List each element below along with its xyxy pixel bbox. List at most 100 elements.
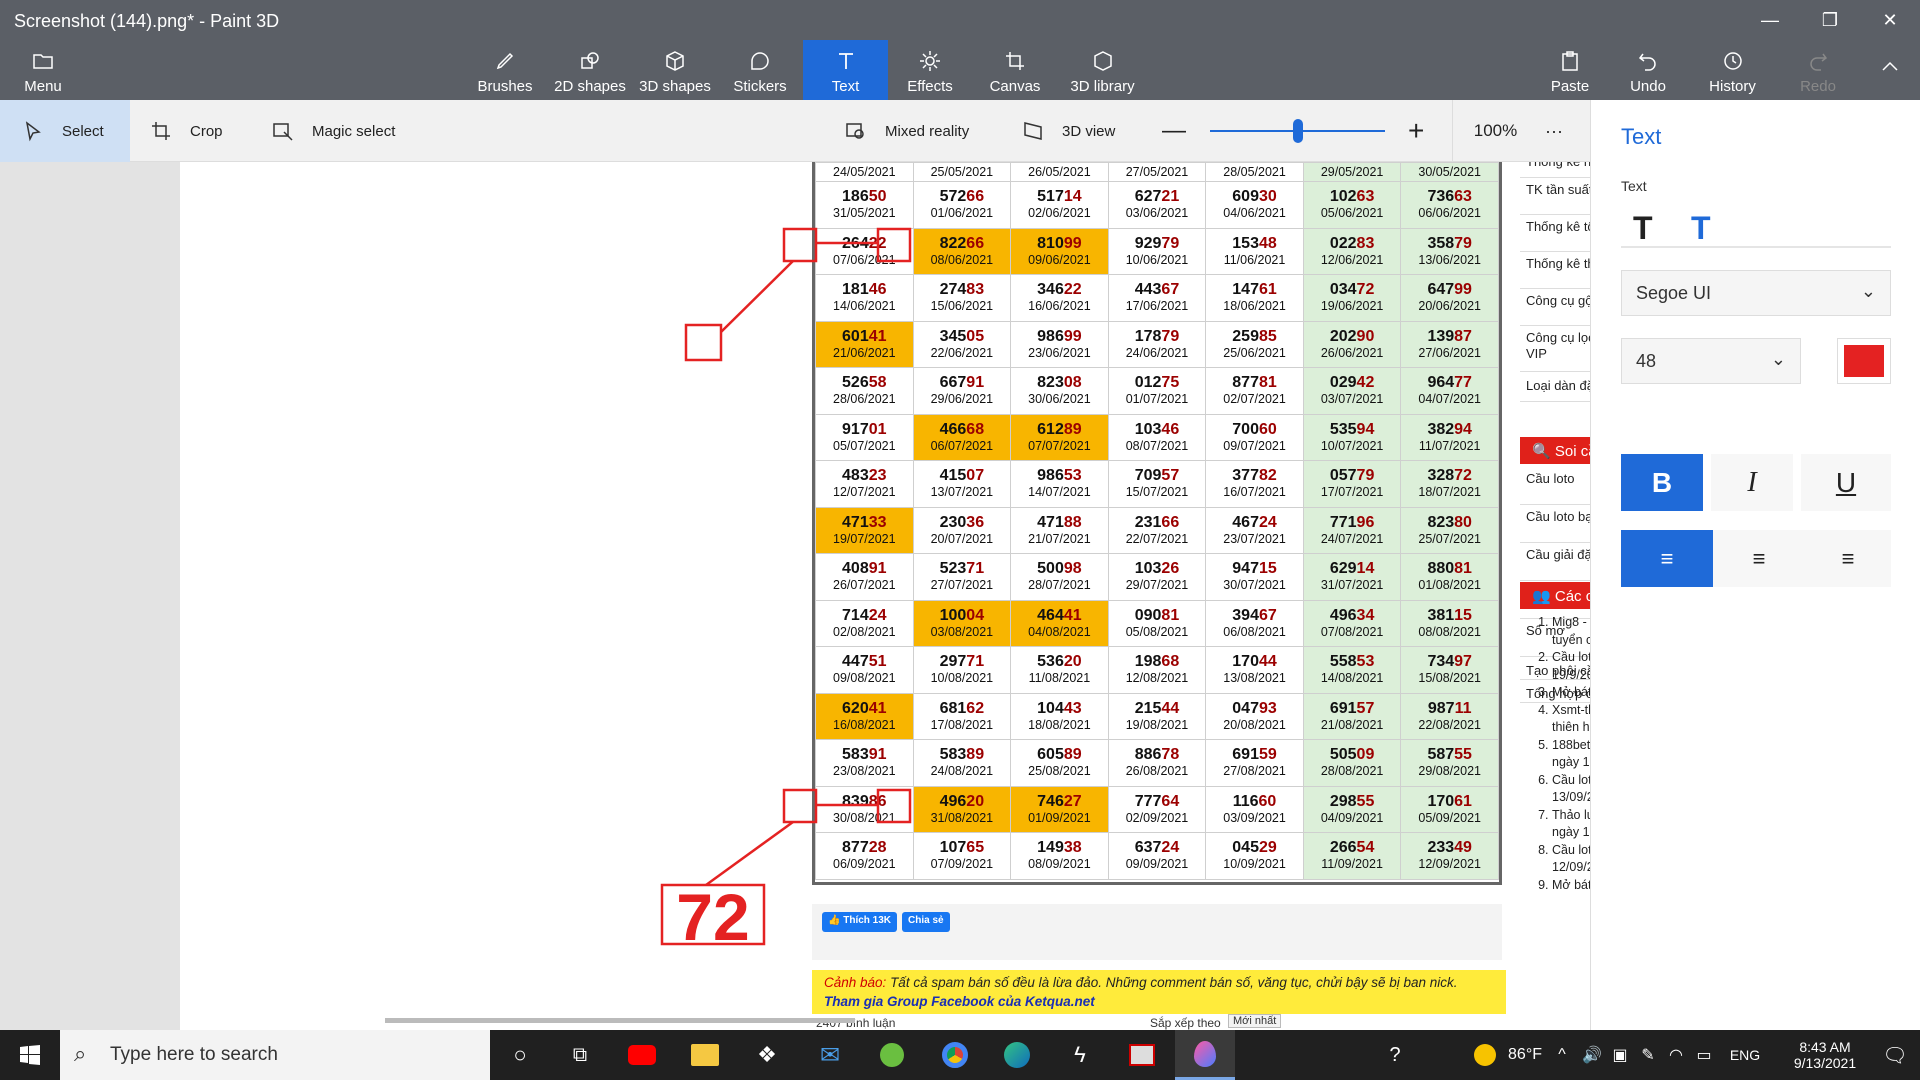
sidebar-link[interactable]: Cầu loto xyxy=(1520,467,1590,504)
3d-view-icon xyxy=(1024,122,1042,140)
tab-text[interactable]: Text xyxy=(803,40,888,100)
language-indicator[interactable]: ENG xyxy=(1720,1030,1770,1080)
sidebar-link[interactable]: TK tần suất bộ số xyxy=(1520,178,1590,214)
notification-center-button[interactable]: 🗨 xyxy=(1870,1030,1920,1080)
minimize-button[interactable]: — xyxy=(1740,0,1800,40)
tab-stickers[interactable]: Stickers xyxy=(720,40,800,100)
clock[interactable]: 8:43 AM 9/13/2021 xyxy=(1770,1030,1880,1080)
align-center-button[interactable]: ≡ xyxy=(1713,530,1805,587)
forum-topic-link[interactable]: 188bet: leeds united vs liverpool, 22h3 … xyxy=(1552,737,1590,772)
forum-topic-link[interactable]: Mở bát chủ nhật 12/09/2021 xyxy=(1552,877,1590,895)
select-button[interactable]: Select xyxy=(0,100,130,162)
greenshot-app[interactable] xyxy=(862,1030,922,1080)
menu-button[interactable]: Menu xyxy=(12,40,74,100)
tab-brushes[interactable]: Brushes xyxy=(470,40,540,100)
paste-button[interactable]: Paste xyxy=(1540,40,1600,100)
edge-app[interactable] xyxy=(987,1030,1047,1080)
horizontal-scrollbar[interactable] xyxy=(385,1018,855,1023)
underline-button[interactable]: U xyxy=(1801,454,1891,511)
sidebar-link[interactable]: Cầu giải đặc biệt xyxy=(1520,543,1590,580)
cell-date: 03/08/2021 xyxy=(930,624,994,639)
mixed-reality-button[interactable]: Mixed reality xyxy=(845,100,969,162)
forum-topic-link[interactable]: Cầu loto-đb 2d 3d 4d thứ hai ngày 13/09/… xyxy=(1552,772,1590,807)
sidebar-link-row: Công cụ lọc ghép dàn VIPTạo nhanh dàn đ … xyxy=(1520,326,1590,372)
sort-dropdown[interactable]: Mới nhất xyxy=(1228,1014,1282,1028)
table-cell: 01275 01/07/2021 xyxy=(1107,367,1207,415)
task-view-button[interactable]: ○ xyxy=(490,1030,550,1080)
file-explorer-app[interactable] xyxy=(675,1030,735,1080)
paint3d-app[interactable] xyxy=(1175,1030,1235,1080)
tab-3d-library[interactable]: 3D library xyxy=(1060,40,1145,100)
crop-icon xyxy=(152,122,170,140)
forum-topic-link[interactable]: Xsmt-thứ 2 ngày 13/09/2021 - phú yên thi… xyxy=(1552,702,1590,737)
close-button[interactable]: ✕ xyxy=(1860,0,1920,40)
zoom-slider[interactable] xyxy=(1210,100,1385,162)
undo-button[interactable]: Undo xyxy=(1618,40,1678,100)
number-prefix: 170 xyxy=(1427,792,1455,810)
sidebar-link[interactable]: Thống kê theo ngày xyxy=(1520,252,1590,288)
text-icon xyxy=(838,53,853,69)
help-tray-icon[interactable]: ? xyxy=(1375,1030,1415,1080)
tab-effects[interactable]: Effects xyxy=(895,40,965,100)
align-left-button[interactable]: ≡ xyxy=(1621,530,1713,587)
text-color-button[interactable] xyxy=(1837,338,1891,384)
bold-button[interactable]: B xyxy=(1621,454,1703,511)
chrome-app[interactable] xyxy=(925,1030,985,1080)
pen-tray[interactable]: ✎ xyxy=(1634,1030,1662,1080)
magic-select-button[interactable]: Magic select xyxy=(272,100,395,162)
zoom-out-button[interactable]: — xyxy=(1162,100,1186,162)
canvas-image[interactable]: 24/05/2021 25/05/2021 26/05/2021 27/05/2021… xyxy=(180,162,1590,1030)
start-button[interactable] xyxy=(0,1030,60,1080)
3d-view-button[interactable]: 3D view xyxy=(1022,100,1115,162)
sidebar-link[interactable]: Công cụ gộp số VIP xyxy=(1520,289,1590,325)
redo-button[interactable]: Redo xyxy=(1788,40,1848,100)
sidebar-link[interactable]: Công cụ lọc ghép dàn VIP xyxy=(1520,326,1590,371)
forum-topic-link[interactable]: Cầu lotto _đặc biệt tuần 38 ( từ ngày 1 … xyxy=(1552,649,1590,684)
table-cell: 62721 03/06/2021 xyxy=(1107,181,1207,229)
cell-number: 82380 xyxy=(1401,514,1498,531)
forum-topic-link[interactable]: Mở bát thứ hai 13/09/2021 xyxy=(1552,684,1590,702)
facebook-group-link[interactable]: Tham gia Group Facebook của Ketqua.net xyxy=(824,992,1494,1011)
show-hidden-icons[interactable]: ^ xyxy=(1548,1030,1576,1080)
forum-topic-link[interactable]: Cầu loto-đb 2d 3d 4d chủ nhật ngày 12/09… xyxy=(1552,842,1590,877)
forum-topic-link[interactable]: Thảo luận, dự đoán kết quả xsmb thứ ngày… xyxy=(1552,807,1590,842)
font-family-dropdown[interactable]: Segoe UI ⌄ xyxy=(1621,270,1891,316)
sidebar-link[interactable]: Thống kê nhanh xyxy=(1520,162,1590,177)
cell-number: 98711 xyxy=(1401,700,1498,717)
tab-3d-shapes[interactable]: 3D shapes xyxy=(635,40,715,100)
tab-2d-shapes[interactable]: 2D shapes xyxy=(550,40,630,100)
mail-app[interactable]: ✉ xyxy=(800,1030,860,1080)
more-options-button[interactable]: ··· xyxy=(1545,100,1563,162)
zoom-slider-thumb[interactable] xyxy=(1292,119,1303,143)
canvas-area[interactable]: 24/05/2021 25/05/2021 26/05/2021 27/05/2021… xyxy=(0,162,1590,1030)
sidebar-link[interactable]: Thống kê tổng hợp xyxy=(1520,215,1590,251)
3d-text-button[interactable]: T xyxy=(1691,210,1711,247)
font-size-dropdown[interactable]: 48 ⌄ xyxy=(1621,338,1801,384)
facebook-share-button[interactable]: Chia sẻ xyxy=(902,912,950,932)
volume-tray[interactable]: 🔊 xyxy=(1578,1030,1606,1080)
facebook-like-button[interactable]: 👍 Thích 13K xyxy=(822,912,898,932)
tab-canvas[interactable]: Canvas xyxy=(980,40,1050,100)
number-prefix: 822 xyxy=(939,234,967,252)
zoom-in-button[interactable]: + xyxy=(1408,100,1424,162)
dropbox-app[interactable]: ❖ xyxy=(737,1030,797,1080)
maximize-button[interactable]: ❐ xyxy=(1800,0,1860,40)
collapse-ribbon-button[interactable] xyxy=(1870,40,1910,100)
display-tray[interactable]: ▭ xyxy=(1690,1030,1718,1080)
meet-now-tray[interactable]: ▣ xyxy=(1606,1030,1634,1080)
sidebar-link[interactable]: Loại dàn đặc biệt xyxy=(1520,372,1590,401)
2d-text-button[interactable]: T xyxy=(1633,210,1653,247)
align-right-button[interactable]: ≡ xyxy=(1805,530,1891,587)
sidebar-link[interactable]: Cầu loto bạch thủ xyxy=(1520,505,1590,542)
forum-topic-link[interactable]: Mig8 - xổ số 3 miền ăn 99.5 - xóc đĩa tu… xyxy=(1552,614,1590,649)
wifi-tray[interactable]: ◠ xyxy=(1662,1030,1690,1080)
terminal-app[interactable]: ϟ xyxy=(1050,1030,1110,1080)
youtube-app[interactable] xyxy=(612,1030,672,1080)
taskbar-search-box[interactable]: ⌕ Type here to search xyxy=(60,1030,490,1080)
snipping-tool-app[interactable] xyxy=(1112,1030,1172,1080)
table-cell: 23036 20/07/2021 xyxy=(912,506,1012,554)
history-button[interactable]: History xyxy=(1700,40,1765,100)
italic-button[interactable]: I xyxy=(1711,454,1793,511)
crop-button[interactable]: Crop xyxy=(150,100,223,162)
timeline-button[interactable]: ⧉ xyxy=(550,1030,610,1080)
